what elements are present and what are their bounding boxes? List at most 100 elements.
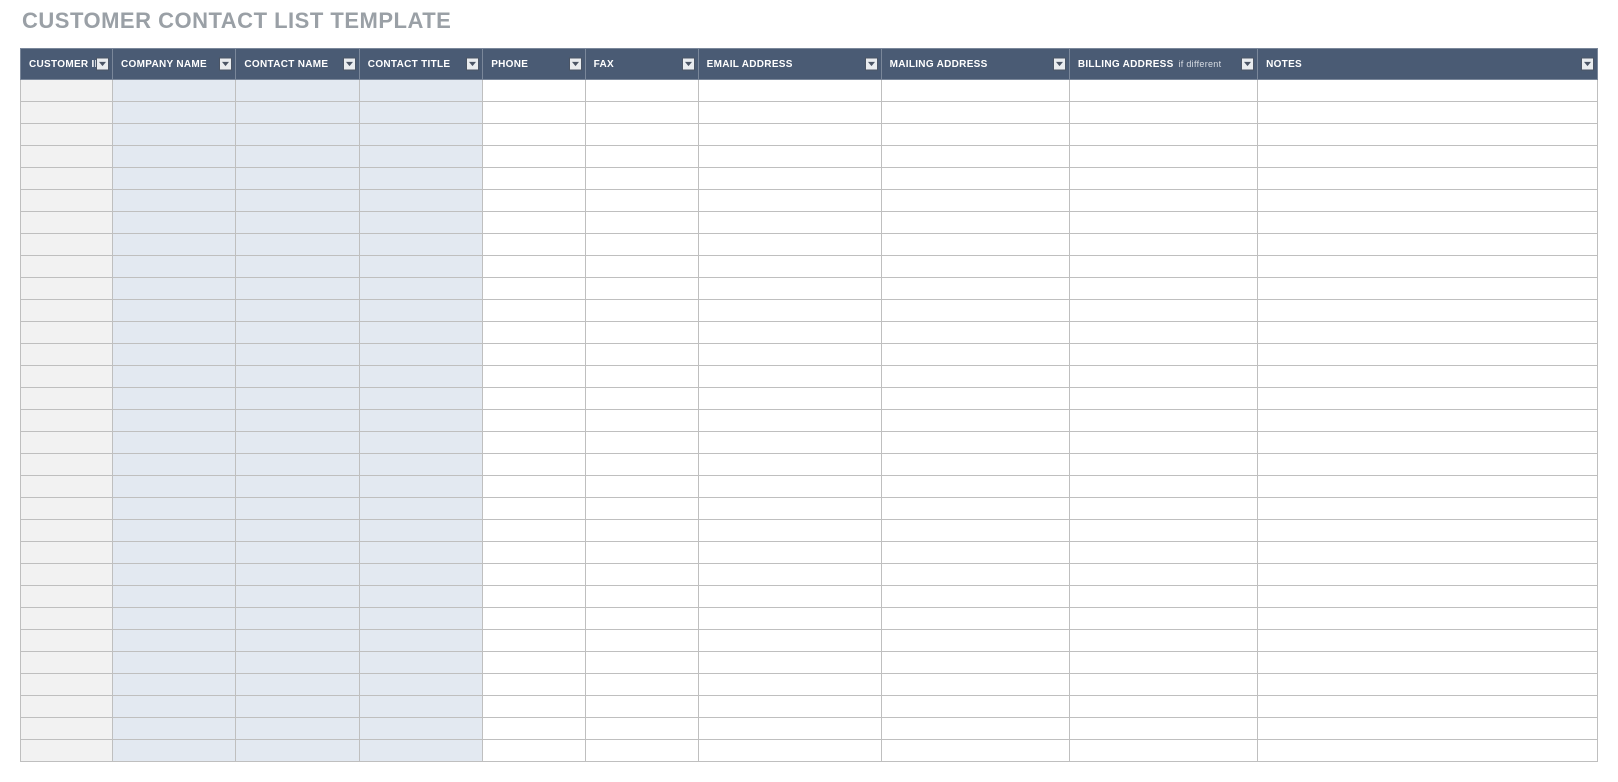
table-cell[interactable] [698,366,881,388]
table-cell[interactable] [236,586,359,608]
table-cell[interactable] [236,630,359,652]
table-cell[interactable] [698,586,881,608]
table-cell[interactable] [21,388,113,410]
table-cell[interactable] [21,652,113,674]
table-cell[interactable] [21,696,113,718]
table-cell[interactable] [1069,388,1257,410]
table-cell[interactable] [236,234,359,256]
table-cell[interactable] [881,498,1069,520]
filter-dropdown-icon[interactable] [682,58,695,71]
column-header[interactable]: FAX [585,49,698,80]
table-cell[interactable] [21,146,113,168]
table-cell[interactable] [113,168,236,190]
column-header[interactable]: COMPANY NAME [113,49,236,80]
table-cell[interactable] [483,476,585,498]
table-cell[interactable] [236,696,359,718]
table-cell[interactable] [698,124,881,146]
table-cell[interactable] [21,520,113,542]
table-cell[interactable] [698,344,881,366]
table-cell[interactable] [21,80,113,102]
table-cell[interactable] [483,740,585,762]
table-cell[interactable] [881,212,1069,234]
table-cell[interactable] [21,476,113,498]
table-cell[interactable] [483,586,585,608]
table-cell[interactable] [881,608,1069,630]
table-cell[interactable] [1069,630,1257,652]
table-cell[interactable] [236,256,359,278]
table-cell[interactable] [881,388,1069,410]
table-cell[interactable] [585,366,698,388]
table-cell[interactable] [113,476,236,498]
table-cell[interactable] [236,564,359,586]
table-cell[interactable] [881,696,1069,718]
table-cell[interactable] [359,740,482,762]
table-cell[interactable] [113,652,236,674]
table-cell[interactable] [236,476,359,498]
table-cell[interactable] [359,388,482,410]
table-cell[interactable] [236,432,359,454]
table-cell[interactable] [881,366,1069,388]
filter-dropdown-icon[interactable] [1241,58,1254,71]
table-cell[interactable] [359,190,482,212]
table-cell[interactable] [236,322,359,344]
table-cell[interactable] [113,344,236,366]
table-cell[interactable] [21,256,113,278]
table-cell[interactable] [113,520,236,542]
table-cell[interactable] [236,168,359,190]
table-cell[interactable] [483,542,585,564]
table-cell[interactable] [359,300,482,322]
table-cell[interactable] [21,564,113,586]
table-cell[interactable] [359,234,482,256]
table-cell[interactable] [236,366,359,388]
table-cell[interactable] [881,674,1069,696]
table-cell[interactable] [483,718,585,740]
table-cell[interactable] [359,410,482,432]
filter-dropdown-icon[interactable] [865,58,878,71]
column-header[interactable]: CUSTOMER ID [21,49,113,80]
table-cell[interactable] [1258,102,1598,124]
table-cell[interactable] [698,718,881,740]
table-cell[interactable] [698,300,881,322]
table-cell[interactable] [881,564,1069,586]
table-cell[interactable] [113,740,236,762]
table-cell[interactable] [698,168,881,190]
filter-dropdown-icon[interactable] [569,58,582,71]
table-cell[interactable] [698,630,881,652]
table-cell[interactable] [359,630,482,652]
table-cell[interactable] [585,740,698,762]
table-cell[interactable] [113,80,236,102]
table-cell[interactable] [1258,190,1598,212]
table-cell[interactable] [359,146,482,168]
table-cell[interactable] [585,630,698,652]
table-cell[interactable] [881,234,1069,256]
filter-dropdown-icon[interactable] [343,58,356,71]
table-cell[interactable] [236,674,359,696]
table-cell[interactable] [881,520,1069,542]
table-cell[interactable] [585,102,698,124]
table-cell[interactable] [1069,520,1257,542]
table-cell[interactable] [881,630,1069,652]
table-cell[interactable] [21,718,113,740]
table-cell[interactable] [1069,190,1257,212]
table-cell[interactable] [698,432,881,454]
table-cell[interactable] [698,278,881,300]
table-cell[interactable] [585,212,698,234]
table-cell[interactable] [1258,366,1598,388]
table-cell[interactable] [483,432,585,454]
table-cell[interactable] [359,542,482,564]
table-cell[interactable] [585,256,698,278]
table-cell[interactable] [236,344,359,366]
table-cell[interactable] [881,718,1069,740]
table-cell[interactable] [483,124,585,146]
table-cell[interactable] [698,696,881,718]
table-cell[interactable] [359,520,482,542]
table-cell[interactable] [21,124,113,146]
table-cell[interactable] [21,168,113,190]
table-cell[interactable] [881,278,1069,300]
table-cell[interactable] [1069,278,1257,300]
table-cell[interactable] [1069,696,1257,718]
table-cell[interactable] [698,146,881,168]
table-cell[interactable] [236,498,359,520]
table-cell[interactable] [1258,80,1598,102]
table-cell[interactable] [881,740,1069,762]
